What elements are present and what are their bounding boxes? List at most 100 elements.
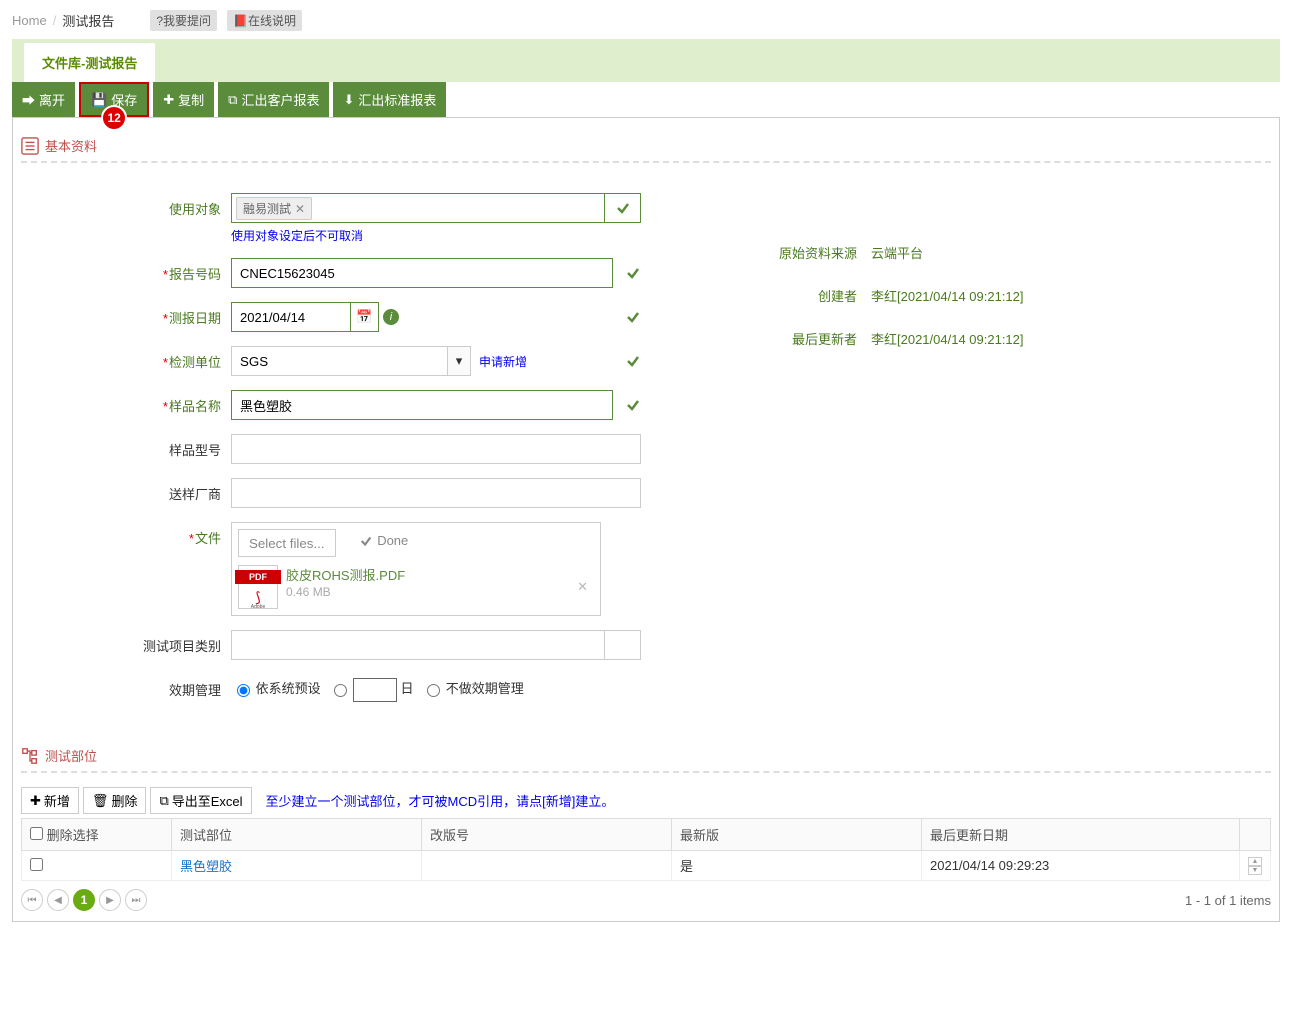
label-expire: 效期管理 [121, 674, 231, 699]
plus-icon: ✚ [30, 793, 41, 809]
col-select: 删除选择 [22, 819, 172, 851]
sample-name-input[interactable] [231, 390, 613, 420]
export-excel-button[interactable]: ⧉导出至Excel [150, 787, 251, 814]
label-sample-model: 样品型号 [121, 434, 231, 459]
save-highlight: 💾保存 12 [79, 82, 149, 117]
content-panel: 基本资料 使用对象 融易测試 ✕ [12, 117, 1280, 922]
row-up-icon[interactable]: ▲ [1248, 857, 1262, 866]
part-link[interactable]: 黑色塑胶 [180, 859, 232, 874]
step-badge: 12 [101, 105, 127, 131]
book-icon: 📕 [233, 14, 248, 28]
breadcrumb-sep: / [53, 13, 57, 28]
pager-first[interactable]: ⏮ [21, 889, 43, 911]
section-basic-head: 基本资料 [21, 136, 1271, 163]
check-icon [615, 200, 631, 216]
label-report-date: *测报日期 [121, 302, 231, 327]
supplier-input[interactable] [231, 478, 641, 508]
label-target: 使用对象 [121, 193, 231, 218]
col-latest[interactable]: 最新版 [672, 819, 922, 851]
file-item: PDF ⟆ Adobe 胶皮ROHS测报.PDF 0.46 MB ✕ [238, 565, 594, 609]
target-hint[interactable]: 使用对象设定后不可取消 [231, 227, 363, 244]
pager-last[interactable]: ⏭ [125, 889, 147, 911]
expire-day-unit: 日 [401, 681, 414, 696]
add-part-button[interactable]: ✚新增 [21, 787, 79, 814]
col-updated[interactable]: 最后更新日期 [922, 819, 1240, 851]
target-confirm[interactable] [605, 193, 641, 223]
plus-icon: ✚ [163, 92, 174, 108]
pager-prev[interactable]: ◀ [47, 889, 69, 911]
check-icon [625, 346, 641, 376]
label-test-category: 测试项目类别 [121, 630, 231, 655]
check-icon [625, 390, 641, 420]
calendar-icon[interactable]: 📅 [351, 302, 379, 332]
expire-opt-days-radio[interactable] [334, 684, 347, 697]
tab-file-report[interactable]: 文件库-测试报告 [24, 43, 155, 82]
expire-opt2-radio[interactable] [427, 684, 440, 697]
select-files-button[interactable]: Select files... [238, 529, 336, 557]
info-icon[interactable]: i [383, 309, 399, 325]
row-checkbox[interactable] [30, 858, 43, 871]
label-sample-name: *样品名称 [121, 390, 231, 415]
label-supplier: 送样厂商 [121, 478, 231, 503]
label-file: *文件 [121, 522, 231, 547]
cell-rev [422, 851, 672, 881]
unit-select[interactable] [231, 346, 447, 376]
sample-model-input[interactable] [231, 434, 641, 464]
breadcrumb-current: 测试报告 [62, 11, 114, 30]
trash-icon: 🗑 [92, 793, 109, 809]
export-standard-button[interactable]: ⬇汇出标准报表 [333, 82, 446, 117]
parts-hint: 至少建立一个测试部位，才可被MCD引用，请点[新增]建立。 [266, 791, 615, 810]
pager-info: 1 - 1 of 1 items [1185, 893, 1271, 908]
label-updater: 最后更新者 [741, 329, 871, 348]
label-source: 原始资料来源 [741, 243, 871, 262]
export-customer-button[interactable]: ⧉汇出客户报表 [218, 82, 329, 117]
leave-button[interactable]: ⮕离开 [12, 82, 75, 117]
apply-new-link[interactable]: 申请新增 [479, 353, 527, 370]
select-all-checkbox[interactable] [30, 827, 43, 840]
remove-tag-icon[interactable]: ✕ [295, 202, 305, 216]
excel-icon: ⧉ [159, 793, 168, 809]
file-drop-area: Select files... Done PDF ⟆ Adobe [231, 522, 601, 616]
pager-next[interactable]: ▶ [99, 889, 121, 911]
pager-page-1[interactable]: 1 [73, 889, 95, 911]
expire-days-input[interactable] [353, 678, 397, 702]
expire-radio-group: 依系统预设 日 不做效期管理 [231, 674, 641, 702]
value-source: 云端平台 [871, 243, 923, 262]
copy-button[interactable]: ✚复制 [153, 82, 214, 117]
save-icon: 💾 [91, 92, 107, 108]
delete-part-button[interactable]: 🗑删除 [83, 787, 147, 814]
value-updater: 李红[2021/04/14 09:21:12] [871, 329, 1024, 348]
ask-button[interactable]: ?我要提问 [150, 10, 217, 31]
file-name-link[interactable]: 胶皮ROHS测报.PDF [286, 568, 405, 583]
breadcrumb-home[interactable]: Home [12, 13, 47, 28]
report-no-input[interactable] [231, 258, 613, 288]
col-part[interactable]: 测试部位 [172, 819, 422, 851]
label-report-no: *报告号码 [121, 258, 231, 283]
action-bar: ⮕离开 💾保存 12 ✚复制 ⧉汇出客户报表 ⬇汇出标准报表 [0, 82, 1292, 117]
check-icon [625, 302, 641, 332]
pdf-icon: PDF ⟆ Adobe [238, 565, 278, 609]
chevron-down-icon[interactable]: ▾ [447, 346, 471, 376]
remove-file-icon[interactable]: ✕ [577, 579, 588, 595]
exit-icon: ⮕ [22, 90, 35, 109]
tab-band: 文件库-测试报告 [12, 39, 1280, 82]
test-category-picker[interactable] [605, 630, 641, 660]
label-unit: *检测单位 [121, 346, 231, 371]
parts-toolbar: ✚新增 🗑删除 ⧉导出至Excel 至少建立一个测试部位，才可被MCD引用，请点… [21, 787, 1271, 814]
file-done-label: Done [359, 533, 408, 548]
target-input-wrap[interactable]: 融易测試 ✕ [231, 193, 605, 223]
cell-latest: 是 [672, 851, 922, 881]
download-icon: ⬇ [343, 92, 354, 108]
row-down-icon[interactable]: ▼ [1248, 866, 1262, 875]
report-date-input[interactable] [231, 302, 351, 332]
list-icon [21, 137, 39, 155]
expire-opt1-radio[interactable] [237, 684, 250, 697]
test-category-input[interactable] [231, 630, 605, 660]
col-rev[interactable]: 改版号 [422, 819, 672, 851]
col-spacer [1240, 819, 1271, 851]
target-tag: 融易测試 ✕ [236, 197, 312, 220]
check-icon [625, 258, 641, 288]
parts-grid: 删除选择 测试部位 改版号 最新版 最后更新日期 黑色塑胶 是 2021/04/… [21, 818, 1271, 881]
expire-opt1-label: 依系统预设 [256, 681, 321, 696]
help-button[interactable]: 📕在线说明 [227, 10, 302, 31]
